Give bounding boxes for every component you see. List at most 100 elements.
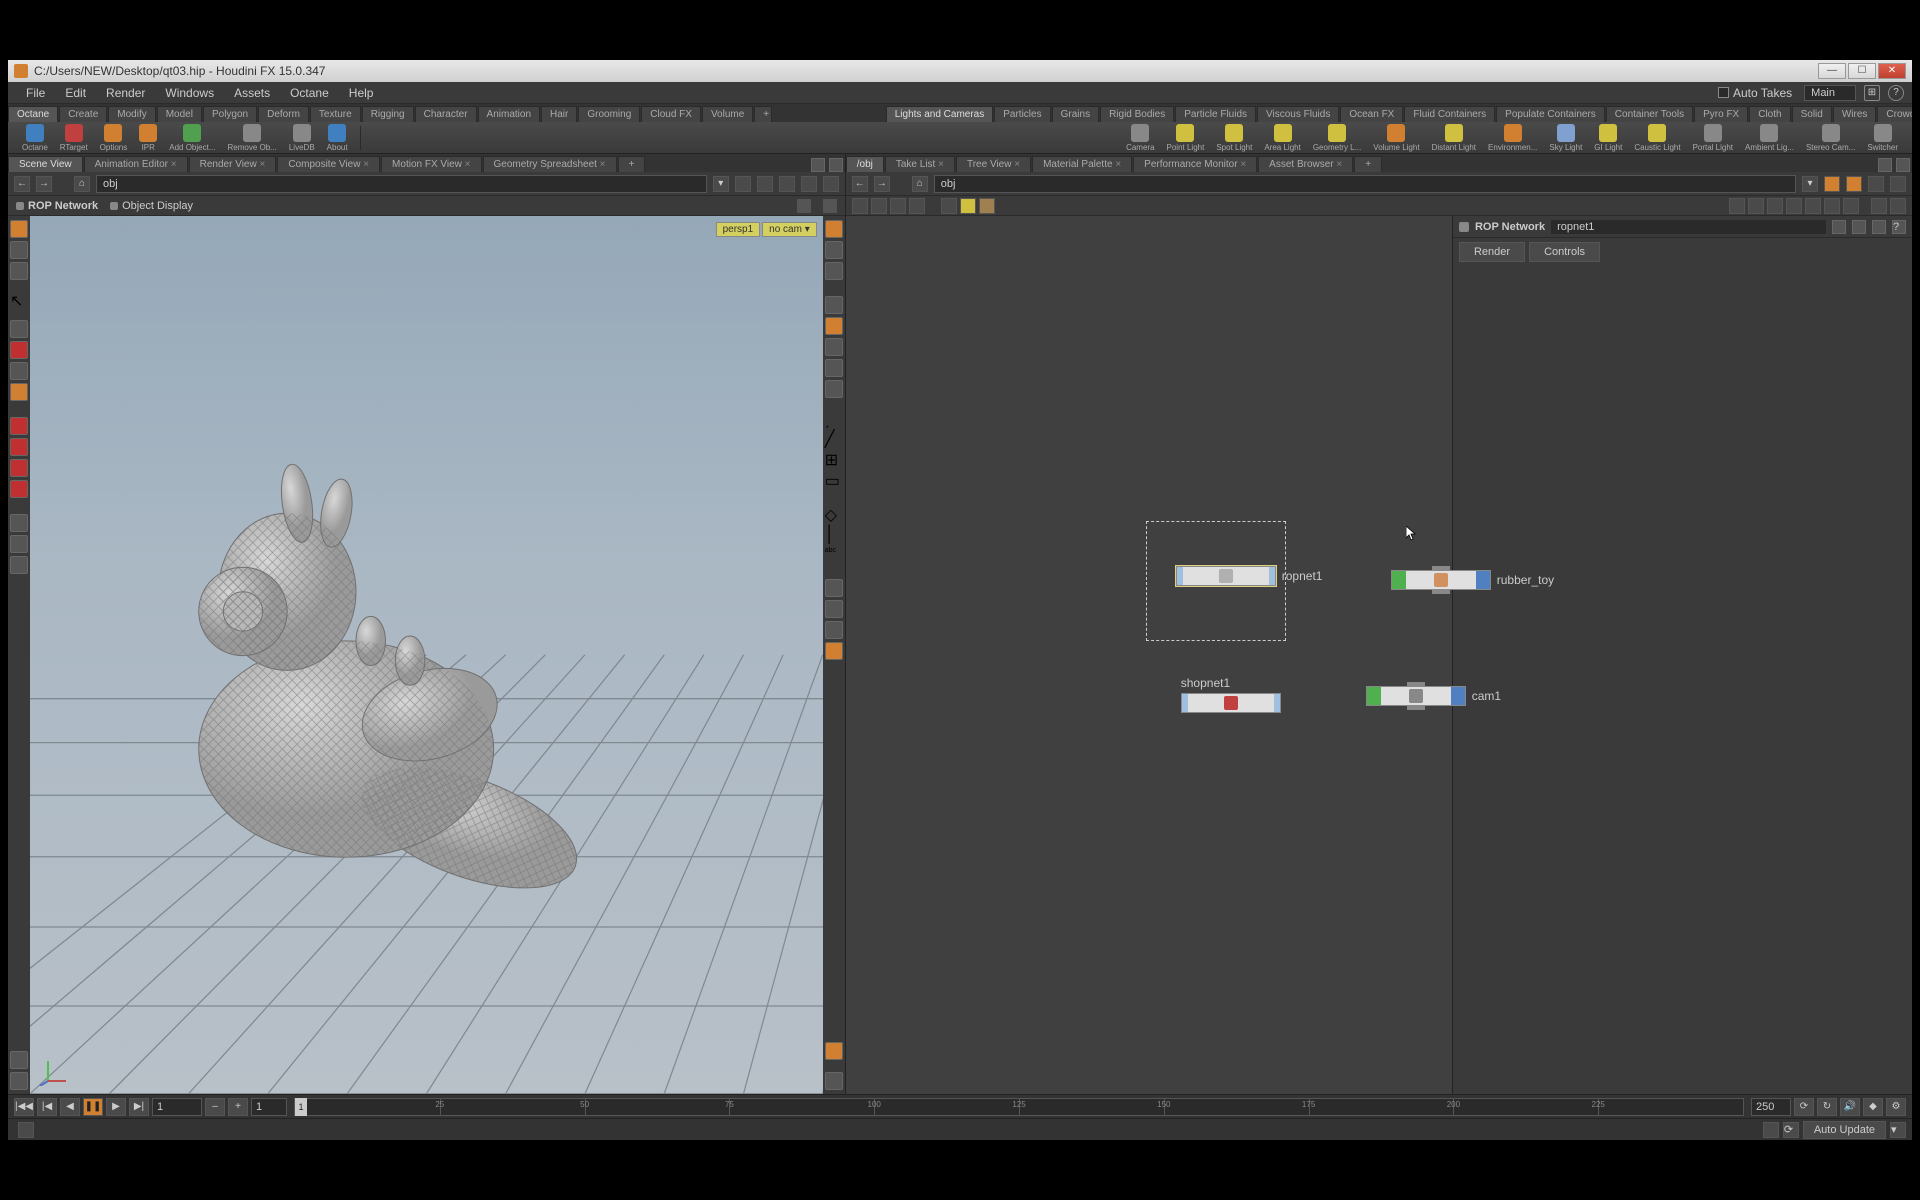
layout-h-icon[interactable] — [1729, 198, 1745, 214]
text-icon[interactable]: abc — [825, 547, 843, 565]
pane-max-icon[interactable] — [829, 158, 843, 172]
shelf-tool[interactable]: Sky Light — [1543, 123, 1588, 153]
menu-help[interactable]: Help — [339, 86, 384, 100]
help-icon[interactable]: ? — [1888, 85, 1904, 101]
refresh-icon[interactable]: ⟳ — [1783, 1122, 1799, 1138]
shelf-tool[interactable]: Ambient Lig... — [1739, 123, 1800, 153]
shelf-tab[interactable]: Populate Containers — [1496, 106, 1605, 122]
pane-tab[interactable]: Asset Browser — [1258, 156, 1353, 172]
menu-assets[interactable]: Assets — [224, 86, 280, 100]
shelf-tab[interactable]: Wires — [1833, 106, 1877, 122]
window-close-button[interactable]: ✕ — [1878, 63, 1906, 79]
prev-frame-button[interactable]: ◀ — [60, 1098, 80, 1116]
frame-all-icon[interactable] — [1805, 198, 1821, 214]
pane-tab[interactable]: + — [1354, 156, 1382, 172]
display-opts-icon[interactable] — [825, 220, 843, 238]
bg-icon[interactable] — [825, 579, 843, 597]
snap-point-icon[interactable] — [10, 459, 28, 477]
pane-tab[interactable]: Animation Editor — [84, 156, 188, 172]
net-opts-icon[interactable] — [1890, 176, 1906, 192]
param-link-icon[interactable] — [1846, 176, 1862, 192]
viewport-3d[interactable]: persp1 no cam ▾ — [30, 216, 823, 1094]
layout-v-icon[interactable] — [1748, 198, 1764, 214]
loop-icon[interactable]: ↻ — [1817, 1098, 1837, 1116]
pane-tab[interactable]: Render View — [189, 156, 277, 172]
home-icon[interactable]: ⌂ — [74, 176, 90, 192]
shelf-tab[interactable]: Lights and Cameras — [886, 106, 994, 122]
pane-tab[interactable]: Material Palette — [1032, 156, 1132, 172]
window-maximize-button[interactable]: ☐ — [1848, 63, 1876, 79]
shelf-tool[interactable]: GI Light — [1588, 123, 1628, 153]
network-path-input[interactable] — [934, 175, 1796, 193]
nav-fwd-icon[interactable]: → — [874, 176, 890, 192]
shelf-tab[interactable]: Particle Fluids — [1175, 106, 1256, 122]
flipbook-icon[interactable] — [801, 176, 817, 192]
safe-area-icon[interactable] — [825, 642, 843, 660]
find-icon[interactable] — [1871, 198, 1887, 214]
shelf-tab[interactable]: Modify — [108, 106, 155, 122]
shelf-tab[interactable]: Pyro FX — [1694, 106, 1748, 122]
tab-render[interactable]: Render — [1459, 242, 1525, 262]
shelf-tab[interactable]: Fluid Containers — [1404, 106, 1495, 122]
shelf-tab[interactable]: Model — [157, 106, 202, 122]
xray-icon[interactable] — [825, 359, 843, 377]
hide-other-icon[interactable] — [825, 262, 843, 280]
shelf-tool[interactable]: LiveDB — [283, 123, 321, 153]
shelf-tab[interactable]: Rigging — [362, 106, 414, 122]
shelf-tab[interactable]: Rigid Bodies — [1100, 106, 1174, 122]
shelf-tab[interactable]: Volume — [702, 106, 753, 122]
shelf-tool[interactable]: IPR — [133, 123, 163, 153]
menu-file[interactable]: File — [16, 86, 55, 100]
pane-tab[interactable]: Take List — [885, 156, 955, 172]
net-find-icon[interactable] — [1868, 176, 1884, 192]
tab-controls[interactable]: Controls — [1529, 242, 1600, 262]
lighting-icon[interactable] — [825, 380, 843, 398]
shelf-tab[interactable]: Texture — [310, 106, 361, 122]
lasso-tool-icon[interactable] — [10, 241, 28, 259]
shelf-tool[interactable]: About — [321, 123, 354, 153]
viewport-path-input[interactable] — [96, 175, 707, 193]
shelf-tab[interactable]: Hair — [541, 106, 577, 122]
arrow-tool-icon[interactable]: ↖ — [10, 291, 28, 309]
persp-badge[interactable]: persp1 — [716, 222, 761, 237]
range-end-field[interactable] — [1751, 1098, 1791, 1116]
menu-octane[interactable]: Octane — [280, 86, 339, 100]
shelf-tool[interactable]: Portal Light — [1687, 123, 1739, 153]
key-icon[interactable]: ◆ — [1863, 1098, 1883, 1116]
pane-tab[interactable]: Performance Monitor — [1133, 156, 1257, 172]
viewport-link-icon[interactable] — [823, 199, 837, 213]
palette-icon[interactable] — [10, 1051, 28, 1069]
shelf-tool[interactable]: Spot Light — [1210, 123, 1258, 153]
expand-icon[interactable] — [1786, 198, 1802, 214]
viewport-pin-icon[interactable] — [797, 199, 811, 213]
pane-tab[interactable]: Composite View — [277, 156, 380, 172]
shelf-tab[interactable]: Grooming — [578, 106, 640, 122]
node-cam1[interactable]: cam1 — [1366, 686, 1501, 706]
render-icon[interactable] — [779, 176, 795, 192]
shelf-tool[interactable]: Volume Light — [1367, 123, 1425, 153]
shelf-tab[interactable]: Container Tools — [1606, 106, 1693, 122]
warning-icon[interactable] — [18, 1122, 34, 1138]
profiles-icon[interactable]: │ — [825, 526, 843, 544]
shading-icon[interactable] — [825, 317, 843, 335]
shelf-tool[interactable]: Area Light — [1258, 123, 1306, 153]
next-frame-button[interactable]: ▶| — [129, 1098, 149, 1116]
nav-fwd-icon[interactable]: → — [36, 176, 52, 192]
shelf-tool[interactable]: Environmen... — [1482, 123, 1543, 153]
pin-icon[interactable] — [735, 176, 751, 192]
menu-render[interactable]: Render — [96, 86, 155, 100]
shelf-tool[interactable]: Switcher — [1861, 123, 1904, 153]
node-ropnet1[interactable]: ropnet1 — [1176, 566, 1323, 586]
shelf-tab[interactable]: Ocean FX — [1340, 106, 1403, 122]
render-region-icon[interactable] — [10, 556, 28, 574]
subnet-icon[interactable] — [979, 198, 995, 214]
auto-update-button[interactable]: Auto Update — [1803, 1121, 1886, 1139]
shelf-tab[interactable]: Crowds — [1877, 106, 1912, 122]
shelf-tool[interactable]: Octane — [16, 123, 54, 153]
prev-key-button[interactable]: |◀ — [37, 1098, 57, 1116]
menu-windows[interactable]: Windows — [155, 86, 224, 100]
menu-edit[interactable]: Edit — [55, 86, 96, 100]
pane-tab[interactable]: /obj — [846, 156, 884, 172]
select-tool-icon[interactable] — [10, 220, 28, 238]
network-canvas[interactable]: ropnet1rubber_toyshopnet1cam1 — [846, 216, 1452, 1094]
